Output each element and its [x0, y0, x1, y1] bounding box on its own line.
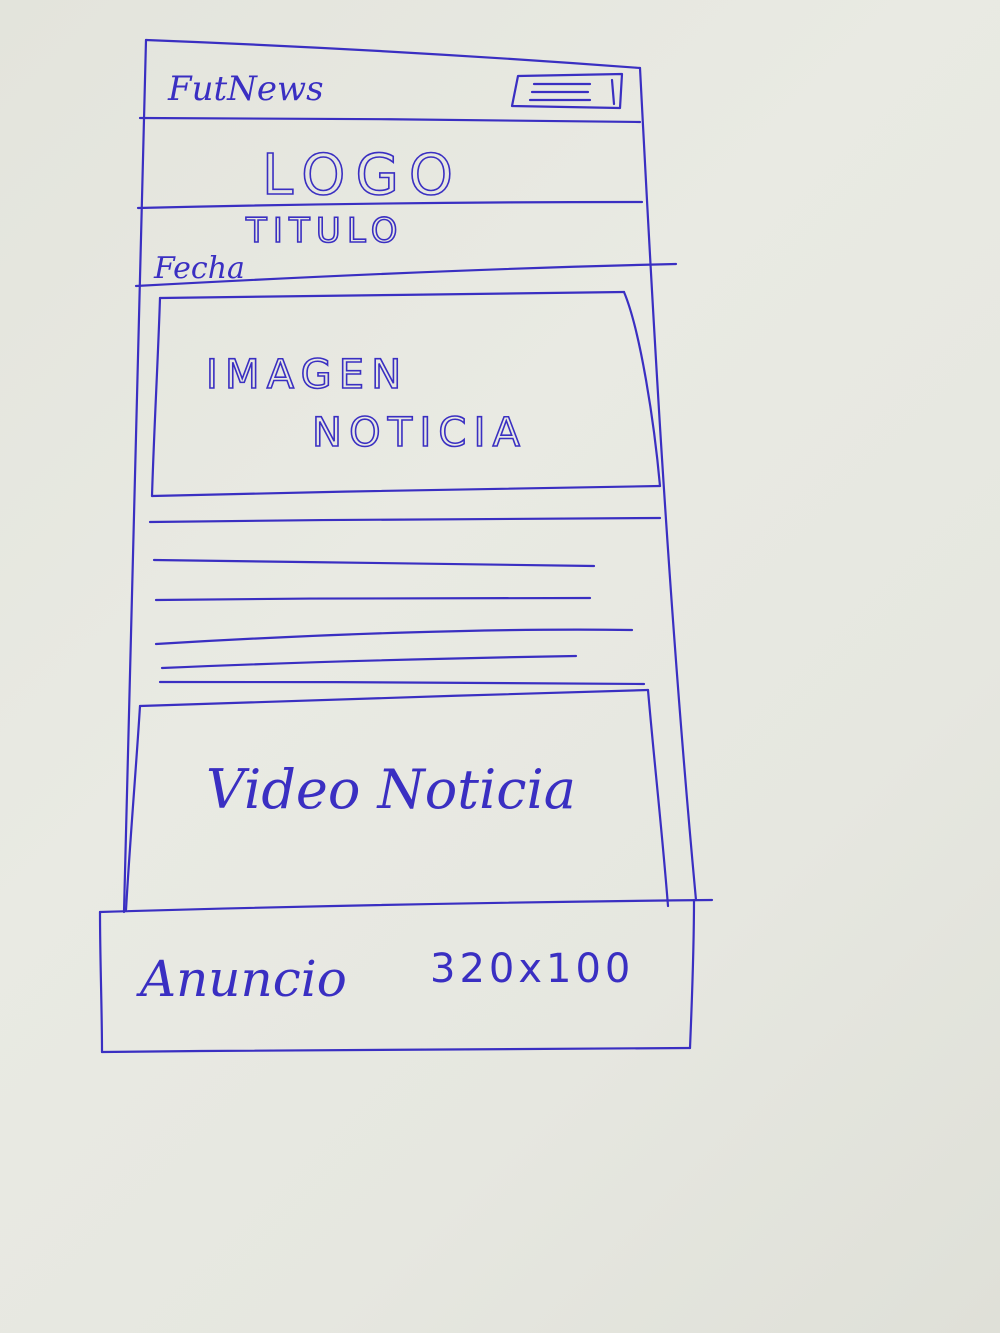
ad-label: Anuncio: [136, 950, 347, 1008]
wireframe-sketch: FutNews LOGO TITULO Fecha IMAGEN NOTICIA: [98, 38, 714, 1054]
text-line: [152, 558, 596, 568]
image-label-line2: NOTICIA: [312, 410, 527, 456]
news-video-box[interactable]: Video Noticia: [124, 688, 670, 912]
app-name[interactable]: FutNews: [167, 69, 324, 109]
header-divider: [138, 116, 642, 124]
title-section: TITULO Fecha: [134, 210, 678, 288]
hamburger-menu-icon[interactable]: [510, 72, 624, 110]
text-line: [154, 596, 592, 602]
image-label-line1: IMAGEN: [206, 352, 408, 398]
article-body-text: [148, 516, 662, 686]
logo-label[interactable]: LOGO: [261, 142, 463, 209]
ad-banner[interactable]: Anuncio 320x100: [98, 898, 714, 1054]
text-line: [158, 680, 646, 686]
text-line: [154, 628, 634, 646]
video-label: Video Noticia: [206, 758, 576, 821]
logo-section: LOGO: [136, 142, 644, 210]
text-line: [160, 654, 578, 670]
ad-size: 320x100: [430, 946, 634, 992]
header-bar: FutNews: [138, 69, 642, 124]
text-line: [148, 516, 662, 524]
article-title: TITULO: [245, 211, 404, 251]
news-image-box[interactable]: IMAGEN NOTICIA: [150, 290, 662, 498]
